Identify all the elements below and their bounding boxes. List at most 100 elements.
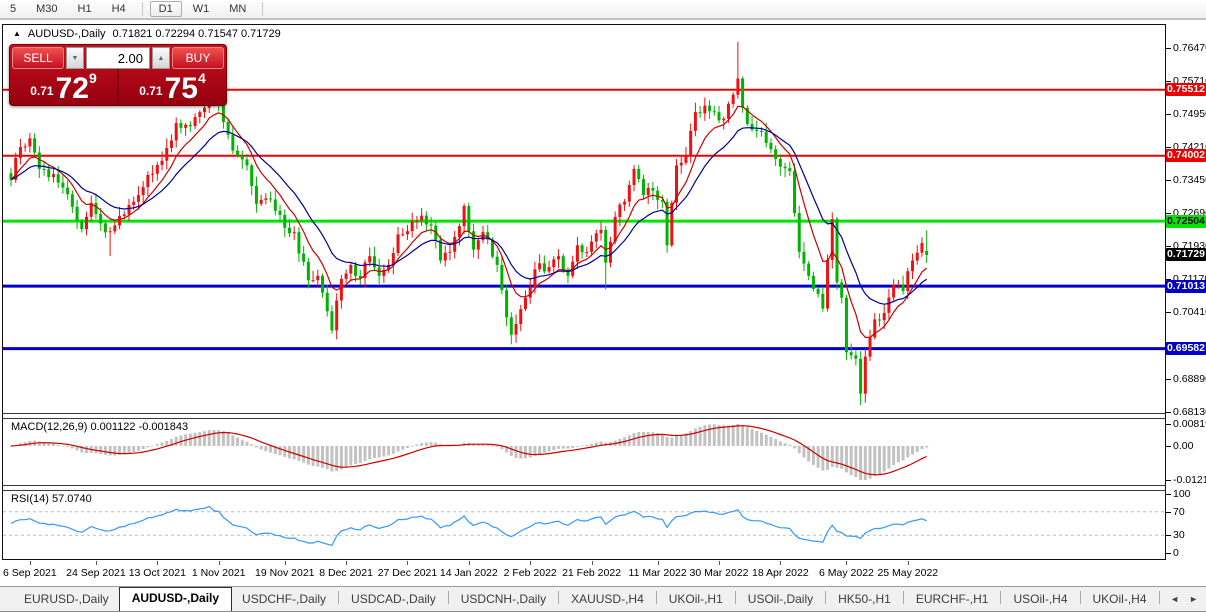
rsi-axis-tick bbox=[1166, 511, 1171, 513]
tab-ukoil-h4[interactable]: UKOil-,H4 bbox=[1083, 589, 1157, 611]
sell-price-prefix: 0.71 bbox=[30, 84, 54, 98]
date-label: 21 Feb 2022 bbox=[562, 567, 622, 579]
volume-increase-button[interactable]: ▲ bbox=[152, 47, 170, 69]
date-tick bbox=[719, 561, 720, 565]
price-badge: 0.72504 bbox=[1166, 214, 1206, 228]
rsi-axis-label: 70 bbox=[1173, 505, 1185, 518]
tab-usoil-daily[interactable]: USOil-,Daily bbox=[738, 589, 823, 611]
tab-usoil-h4[interactable]: USOil-,H4 bbox=[1003, 589, 1077, 611]
price-axis[interactable]: 0.764700.757100.749500.742100.734500.726… bbox=[1166, 24, 1206, 586]
volume-decrease-button[interactable]: ▼ bbox=[66, 47, 84, 69]
price-badge: 0.74002 bbox=[1166, 149, 1206, 163]
price-tick-label: 0.73450 bbox=[1173, 173, 1206, 186]
rsi-axis-label: 30 bbox=[1173, 529, 1185, 542]
date-label: 25 May 2022 bbox=[877, 567, 939, 579]
macd-signal-line bbox=[10, 425, 927, 476]
date-tick bbox=[657, 561, 659, 565]
sell-price-display[interactable]: 0.71 72 9 bbox=[10, 69, 119, 105]
price-badge: 0.75512 bbox=[1166, 83, 1206, 97]
price-tick bbox=[1166, 114, 1171, 116]
timeframe-button-h1[interactable]: H1 bbox=[69, 1, 101, 17]
date-tick bbox=[218, 561, 220, 565]
one-click-toggle-icon[interactable]: ▲ bbox=[13, 29, 21, 39]
chart-ohlc-values: 0.71821 0.72294 0.71547 0.71729 bbox=[112, 28, 281, 40]
date-tick bbox=[530, 561, 532, 565]
macd-axis-tick bbox=[1166, 424, 1171, 425]
macd-axis-label: 0.00 bbox=[1173, 439, 1194, 452]
tab-separator bbox=[734, 591, 736, 604]
date-tick bbox=[407, 561, 409, 565]
price-badge: 0.71729 bbox=[1166, 248, 1206, 262]
date-tick bbox=[591, 561, 593, 565]
tab-scroll-right-button[interactable]: ► bbox=[1189, 594, 1198, 604]
tab-ukoil-h1[interactable]: UKOil-,H1 bbox=[659, 589, 733, 611]
date-tick bbox=[468, 561, 470, 565]
one-click-trading-panel: SELL ▼ 2.00 ▲ BUY 0.71 72 9 0.71 75 4 bbox=[9, 44, 227, 106]
tab-separator bbox=[655, 591, 657, 604]
rsi-axis-label: 0 bbox=[1173, 547, 1179, 559]
rsi-label: RSI(14) 57.0740 bbox=[11, 493, 92, 505]
sell-price-big: 72 bbox=[55, 72, 89, 105]
buy-price-pip: 4 bbox=[197, 70, 206, 86]
date-tick bbox=[346, 561, 348, 565]
rsi-line bbox=[10, 505, 927, 546]
date-tick bbox=[780, 561, 782, 565]
sell-price-pip: 9 bbox=[88, 70, 97, 86]
price-tick bbox=[1166, 246, 1171, 248]
date-tick bbox=[907, 561, 909, 565]
date-label: 18 Apr 2022 bbox=[752, 567, 809, 579]
date-label: 6 May 2022 bbox=[819, 567, 874, 579]
toolbar-separator bbox=[141, 2, 143, 16]
timeframe-button-h4[interactable]: H4 bbox=[103, 1, 135, 17]
sell-button[interactable]: SELL bbox=[12, 47, 64, 69]
tab-audusd-daily[interactable]: AUDUSD-,Daily bbox=[118, 587, 233, 611]
tab-eurusd-daily[interactable]: EURUSD-,Daily bbox=[14, 589, 119, 611]
timeframe-button-5[interactable]: 5 bbox=[1, 1, 25, 17]
date-label: 8 Dec 2021 bbox=[319, 567, 373, 579]
rsi-canvas[interactable] bbox=[3, 491, 1165, 559]
buy-button[interactable]: BUY bbox=[172, 47, 224, 69]
tab-scroll-left-button[interactable]: ◄ bbox=[1170, 594, 1179, 604]
tab-scroll-arrows: ◄ ► bbox=[1160, 594, 1198, 604]
price-tick-label: 0.70410 bbox=[1173, 306, 1206, 319]
volume-input[interactable]: 2.00 bbox=[86, 47, 150, 69]
price-tick bbox=[1166, 48, 1171, 49]
chart-symbol-label: AUDUSD-,Daily bbox=[27, 28, 106, 40]
date-tick bbox=[29, 561, 31, 565]
buy-price-prefix: 0.71 bbox=[139, 84, 163, 98]
timeframe-button-w1[interactable]: W1 bbox=[184, 1, 219, 17]
date-tick bbox=[846, 561, 848, 565]
tab-usdcnh-daily[interactable]: USDCNH-,Daily bbox=[451, 589, 556, 611]
date-label: 11 Mar 2022 bbox=[628, 567, 687, 579]
date-label: 1 Nov 2021 bbox=[191, 567, 246, 579]
date-tick bbox=[284, 561, 286, 565]
tab-separator bbox=[447, 591, 449, 604]
price-tick bbox=[1166, 312, 1171, 314]
tab-hk50-h1[interactable]: HK50-,H1 bbox=[828, 589, 901, 611]
date-axis[interactable]: 6 Sep 2021 24 Sep 2021 13 Oct 2021 1 Nov 20… bbox=[0, 560, 1166, 586]
price-tick bbox=[1166, 212, 1171, 214]
tab-separator bbox=[902, 591, 904, 604]
timeframe-toolbar: 5 M30 H1 H4 D1 W1 MN bbox=[0, 0, 1206, 20]
tab-eurchf-h1[interactable]: EURCHF-,H1 bbox=[906, 589, 999, 611]
date-label: 14 Jan 2022 bbox=[439, 567, 498, 579]
macd-axis-tick bbox=[1166, 445, 1171, 447]
macd-axis-label: 0.008197 bbox=[1173, 418, 1206, 430]
macd-panel[interactable]: MACD(12,26,9) 0.001122 -0.001843 bbox=[3, 418, 1165, 486]
timeframe-button-mn[interactable]: MN bbox=[220, 1, 255, 17]
tab-usdcad-daily[interactable]: USDCAD-,Daily bbox=[341, 589, 446, 611]
rsi-axis-tick bbox=[1166, 553, 1171, 554]
buy-price-display[interactable]: 0.71 75 4 bbox=[119, 69, 226, 105]
date-label: 6 Sep 2021 bbox=[3, 567, 57, 579]
tab-xauusd-h4[interactable]: XAUUSD-,H4 bbox=[561, 589, 654, 611]
timeframe-button-d1[interactable]: D1 bbox=[149, 1, 182, 17]
chart-window: ▲ AUDUSD-,Daily 0.71821 0.72294 0.71547 … bbox=[2, 24, 1166, 560]
price-chart-panel[interactable]: ▲ AUDUSD-,Daily 0.71821 0.72294 0.71547 … bbox=[3, 25, 1165, 414]
rsi-panel[interactable]: RSI(14) 57.0740 bbox=[3, 490, 1165, 559]
timeframe-button-m30[interactable]: M30 bbox=[27, 1, 66, 17]
date-label: 30 Mar 2022 bbox=[689, 567, 749, 579]
tab-usdchf-daily[interactable]: USDCHF-,Daily bbox=[232, 589, 336, 611]
buy-price-big: 75 bbox=[164, 72, 198, 105]
tab-separator bbox=[1079, 591, 1081, 604]
rsi-axis-tick bbox=[1166, 535, 1171, 537]
